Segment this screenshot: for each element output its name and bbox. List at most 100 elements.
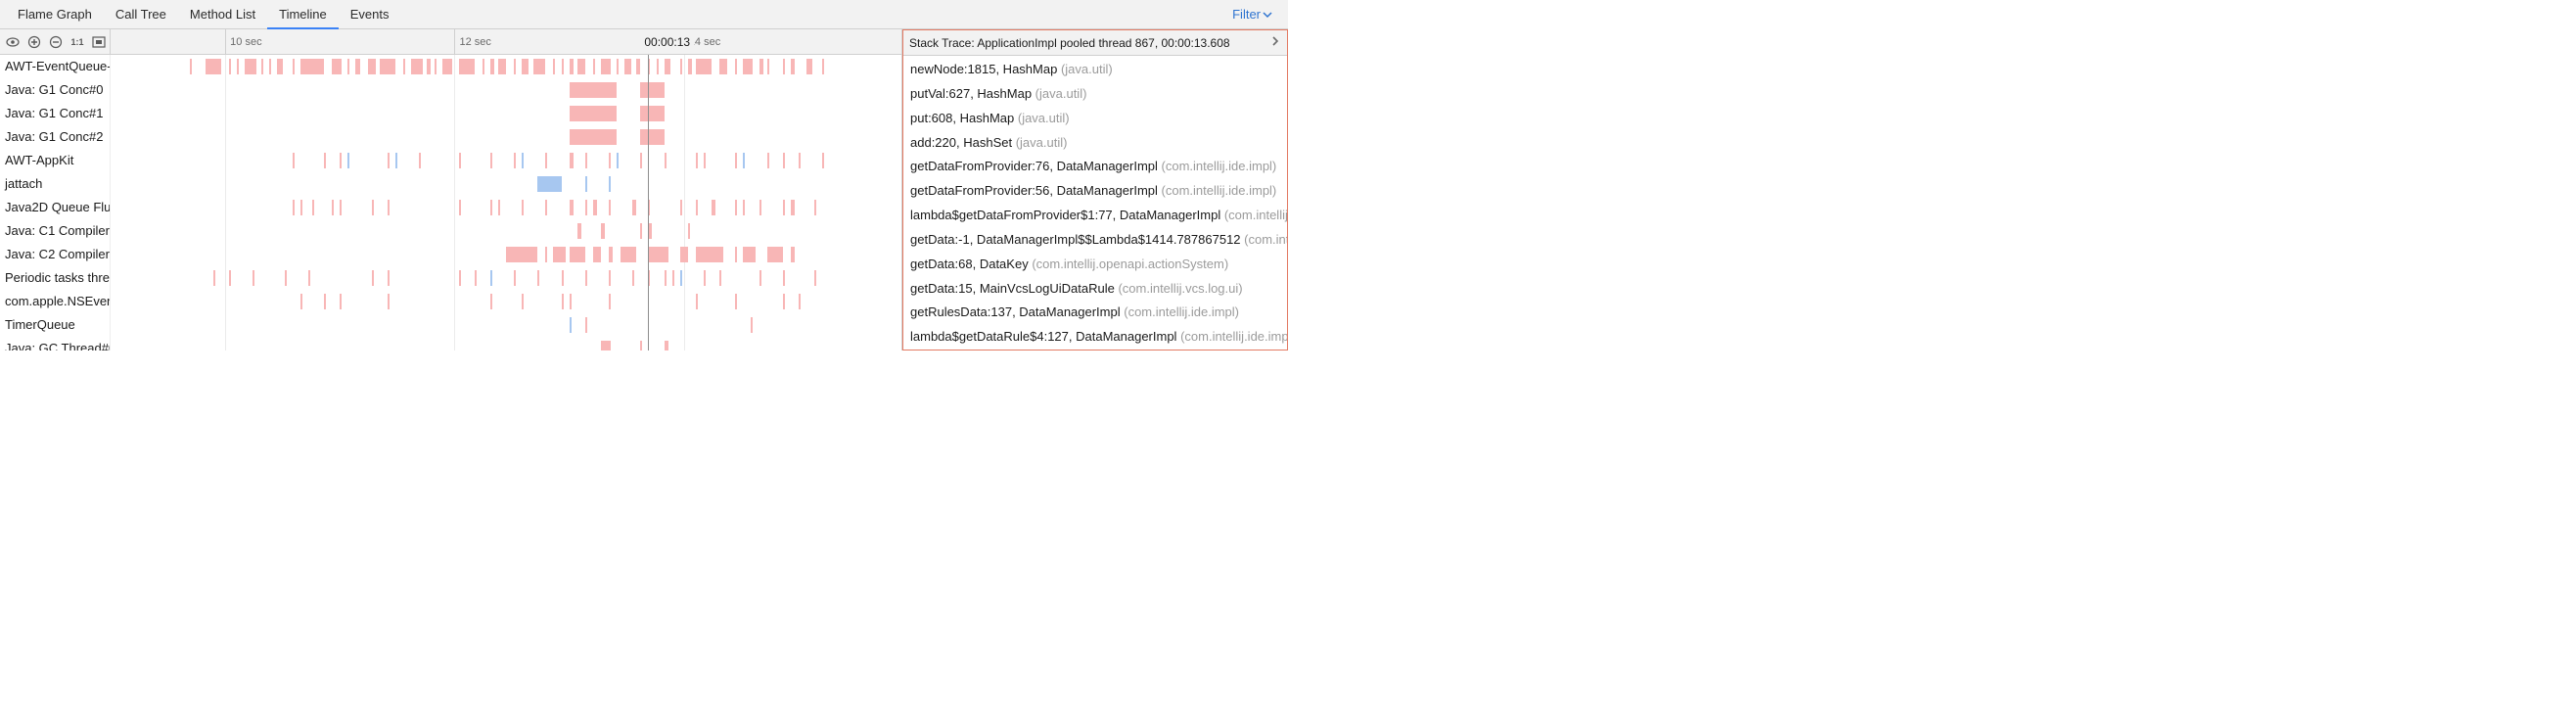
- activity-segment[interactable]: [490, 200, 492, 215]
- tab-flame-graph[interactable]: Flame Graph: [6, 0, 104, 29]
- activity-segment[interactable]: [767, 59, 769, 74]
- activity-segment[interactable]: [585, 317, 587, 333]
- stack-frame[interactable]: getDataFromProvider:56, DataManagerImpl …: [903, 179, 1287, 204]
- activity-segment[interactable]: [300, 200, 302, 215]
- activity-segment[interactable]: [577, 223, 581, 239]
- thread-track[interactable]: [111, 102, 901, 125]
- activity-segment[interactable]: [665, 153, 667, 168]
- tab-events[interactable]: Events: [339, 0, 401, 29]
- activity-segment[interactable]: [395, 153, 397, 168]
- activity-segment[interactable]: [308, 270, 310, 286]
- thread-track[interactable]: [111, 196, 901, 219]
- stack-frame[interactable]: putVal:627, HashMap (java.util): [903, 82, 1287, 107]
- activity-segment[interactable]: [498, 200, 500, 215]
- activity-segment[interactable]: [609, 247, 613, 262]
- fit-icon[interactable]: [90, 33, 108, 51]
- tab-timeline[interactable]: Timeline: [267, 0, 339, 29]
- activity-segment[interactable]: [783, 59, 785, 74]
- activity-segment[interactable]: [490, 294, 492, 309]
- activity-segment[interactable]: [490, 153, 492, 168]
- activity-segment[interactable]: [735, 247, 737, 262]
- activity-segment[interactable]: [640, 341, 642, 350]
- activity-segment[interactable]: [640, 153, 642, 168]
- activity-segment[interactable]: [570, 129, 617, 145]
- activity-segment[interactable]: [585, 270, 587, 286]
- activity-segment[interactable]: [537, 176, 561, 192]
- activity-segment[interactable]: [680, 59, 682, 74]
- stack-trace-list[interactable]: newNode:1815, HashMap (java.util)putVal:…: [903, 56, 1287, 350]
- activity-segment[interactable]: [514, 270, 516, 286]
- activity-segment[interactable]: [648, 223, 652, 239]
- activity-segment[interactable]: [269, 59, 271, 74]
- activity-segment[interactable]: [743, 200, 745, 215]
- timeline-row[interactable]: Java: G1 Conc#1: [0, 102, 901, 125]
- activity-segment[interactable]: [632, 200, 636, 215]
- thread-track[interactable]: [111, 313, 901, 337]
- stack-frame[interactable]: lambda$getDataFromProvider$1:77, DataMan…: [903, 204, 1287, 228]
- activity-segment[interactable]: [704, 153, 706, 168]
- activity-segment[interactable]: [368, 59, 376, 74]
- activity-segment[interactable]: [609, 153, 611, 168]
- activity-segment[interactable]: [261, 59, 263, 74]
- activity-segment[interactable]: [427, 59, 431, 74]
- activity-segment[interactable]: [585, 153, 587, 168]
- activity-segment[interactable]: [640, 82, 664, 98]
- activity-segment[interactable]: [553, 247, 565, 262]
- activity-segment[interactable]: [545, 247, 547, 262]
- activity-segment[interactable]: [688, 223, 690, 239]
- activity-segment[interactable]: [459, 200, 461, 215]
- stack-frame[interactable]: lambda$getDataRule$4:127, DataManagerImp…: [903, 325, 1287, 350]
- activity-segment[interactable]: [593, 59, 595, 74]
- activity-segment[interactable]: [570, 153, 574, 168]
- thread-track[interactable]: [111, 78, 901, 102]
- activity-segment[interactable]: [570, 200, 574, 215]
- activity-segment[interactable]: [332, 59, 342, 74]
- activity-segment[interactable]: [570, 247, 585, 262]
- activity-segment[interactable]: [498, 59, 506, 74]
- stack-frame[interactable]: getData:-1, DataManagerImpl$$Lambda$1414…: [903, 228, 1287, 253]
- activity-segment[interactable]: [340, 153, 342, 168]
- thread-track[interactable]: [111, 125, 901, 149]
- timeline-row[interactable]: Periodic tasks thread: [0, 266, 901, 290]
- activity-segment[interactable]: [577, 59, 585, 74]
- activity-segment[interactable]: [735, 59, 737, 74]
- activity-segment[interactable]: [621, 247, 636, 262]
- activity-segment[interactable]: [609, 200, 611, 215]
- activity-segment[interactable]: [806, 59, 812, 74]
- timeline-row[interactable]: TimerQueue: [0, 313, 901, 337]
- activity-segment[interactable]: [545, 200, 547, 215]
- activity-segment[interactable]: [665, 270, 667, 286]
- thread-track[interactable]: [111, 172, 901, 196]
- activity-segment[interactable]: [190, 59, 192, 74]
- activity-segment[interactable]: [680, 200, 682, 215]
- thread-track[interactable]: [111, 266, 901, 290]
- activity-segment[interactable]: [514, 59, 516, 74]
- activity-segment[interactable]: [490, 59, 494, 74]
- activity-segment[interactable]: [253, 270, 254, 286]
- activity-segment[interactable]: [388, 270, 390, 286]
- activity-segment[interactable]: [324, 153, 326, 168]
- activity-segment[interactable]: [459, 153, 461, 168]
- activity-segment[interactable]: [759, 200, 761, 215]
- activity-segment[interactable]: [545, 153, 547, 168]
- activity-segment[interactable]: [814, 200, 816, 215]
- activity-segment[interactable]: [522, 200, 524, 215]
- activity-segment[interactable]: [570, 317, 572, 333]
- activity-segment[interactable]: [696, 59, 712, 74]
- activity-segment[interactable]: [562, 59, 564, 74]
- chevron-right-icon[interactable]: [1269, 35, 1281, 50]
- activity-segment[interactable]: [300, 294, 302, 309]
- timeline-row[interactable]: Java: C2 CompilerThread: [0, 243, 901, 266]
- activity-segment[interactable]: [593, 200, 597, 215]
- thread-track[interactable]: [111, 149, 901, 172]
- activity-segment[interactable]: [332, 200, 334, 215]
- activity-segment[interactable]: [657, 59, 659, 74]
- activity-segment[interactable]: [522, 294, 524, 309]
- activity-segment[interactable]: [593, 247, 601, 262]
- activity-segment[interactable]: [636, 59, 640, 74]
- thread-track[interactable]: [111, 290, 901, 313]
- activity-segment[interactable]: [719, 270, 721, 286]
- timeline-row[interactable]: Java: G1 Conc#0: [0, 78, 901, 102]
- activity-segment[interactable]: [229, 270, 231, 286]
- timeline-row[interactable]: AWT-EventQueue-0: [0, 55, 901, 78]
